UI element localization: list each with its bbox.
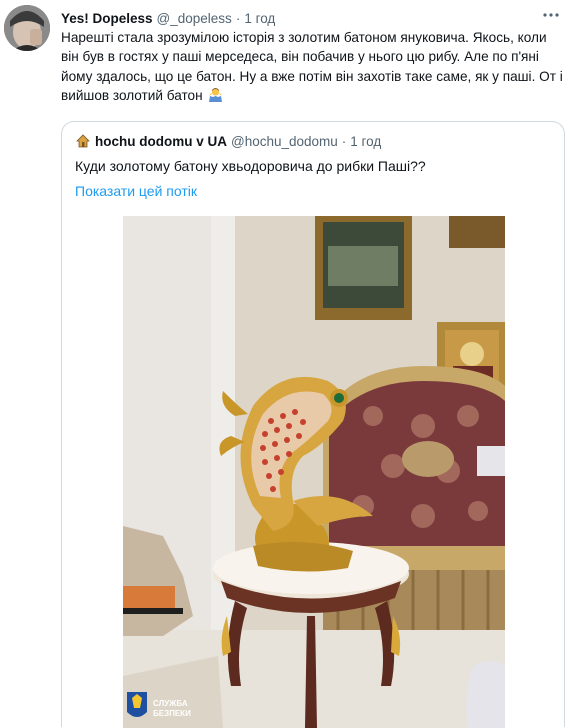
tweet-text: Нарешті стала зрозумілою історія з золот… (61, 30, 563, 103)
tweet-text-block: Нарешті стала зрозумілою історія з золот… (61, 28, 566, 105)
separator-dot: · (235, 10, 241, 26)
quoted-tweet-header: hochu dodomu v UA @hochu_dodomu · 1 год (75, 133, 381, 149)
quoted-author-name[interactable]: hochu dodomu v UA (95, 134, 227, 149)
quoted-author-handle[interactable]: @hochu_dodomu (231, 134, 338, 149)
tweet-header: Yes! Dopeless @_dopeless · 1 год (61, 9, 275, 27)
author-name[interactable]: Yes! Dopeless (61, 11, 153, 26)
man-shrugging-emoji-icon (208, 87, 223, 102)
separator-dot: · (341, 133, 347, 149)
more-options-icon[interactable] (542, 6, 560, 24)
watermark-line-1: СЛУЖБА (153, 699, 188, 708)
show-thread-link[interactable]: Показати цей потік (75, 183, 197, 199)
house-emoji-icon[interactable] (75, 133, 91, 149)
watermark-line-2: БЕЗПЕКИ (153, 709, 191, 718)
quoted-tweet-text: Куди золотому батону хвьодоровича до риб… (75, 158, 426, 174)
author-handle[interactable]: @_dopeless (157, 11, 232, 26)
quoted-tweet[interactable]: hochu dodomu v UA @hochu_dodomu · 1 год … (61, 121, 565, 728)
quoted-tweet-time[interactable]: 1 год (350, 134, 381, 149)
tweet-time[interactable]: 1 год (244, 11, 275, 26)
tweet[interactable]: Yes! Dopeless @_dopeless · 1 год Нарешті… (0, 0, 570, 728)
tweet-photo[interactable]: СЛУЖБА БЕЗПЕКИ (123, 216, 505, 728)
author-avatar[interactable] (4, 5, 50, 51)
